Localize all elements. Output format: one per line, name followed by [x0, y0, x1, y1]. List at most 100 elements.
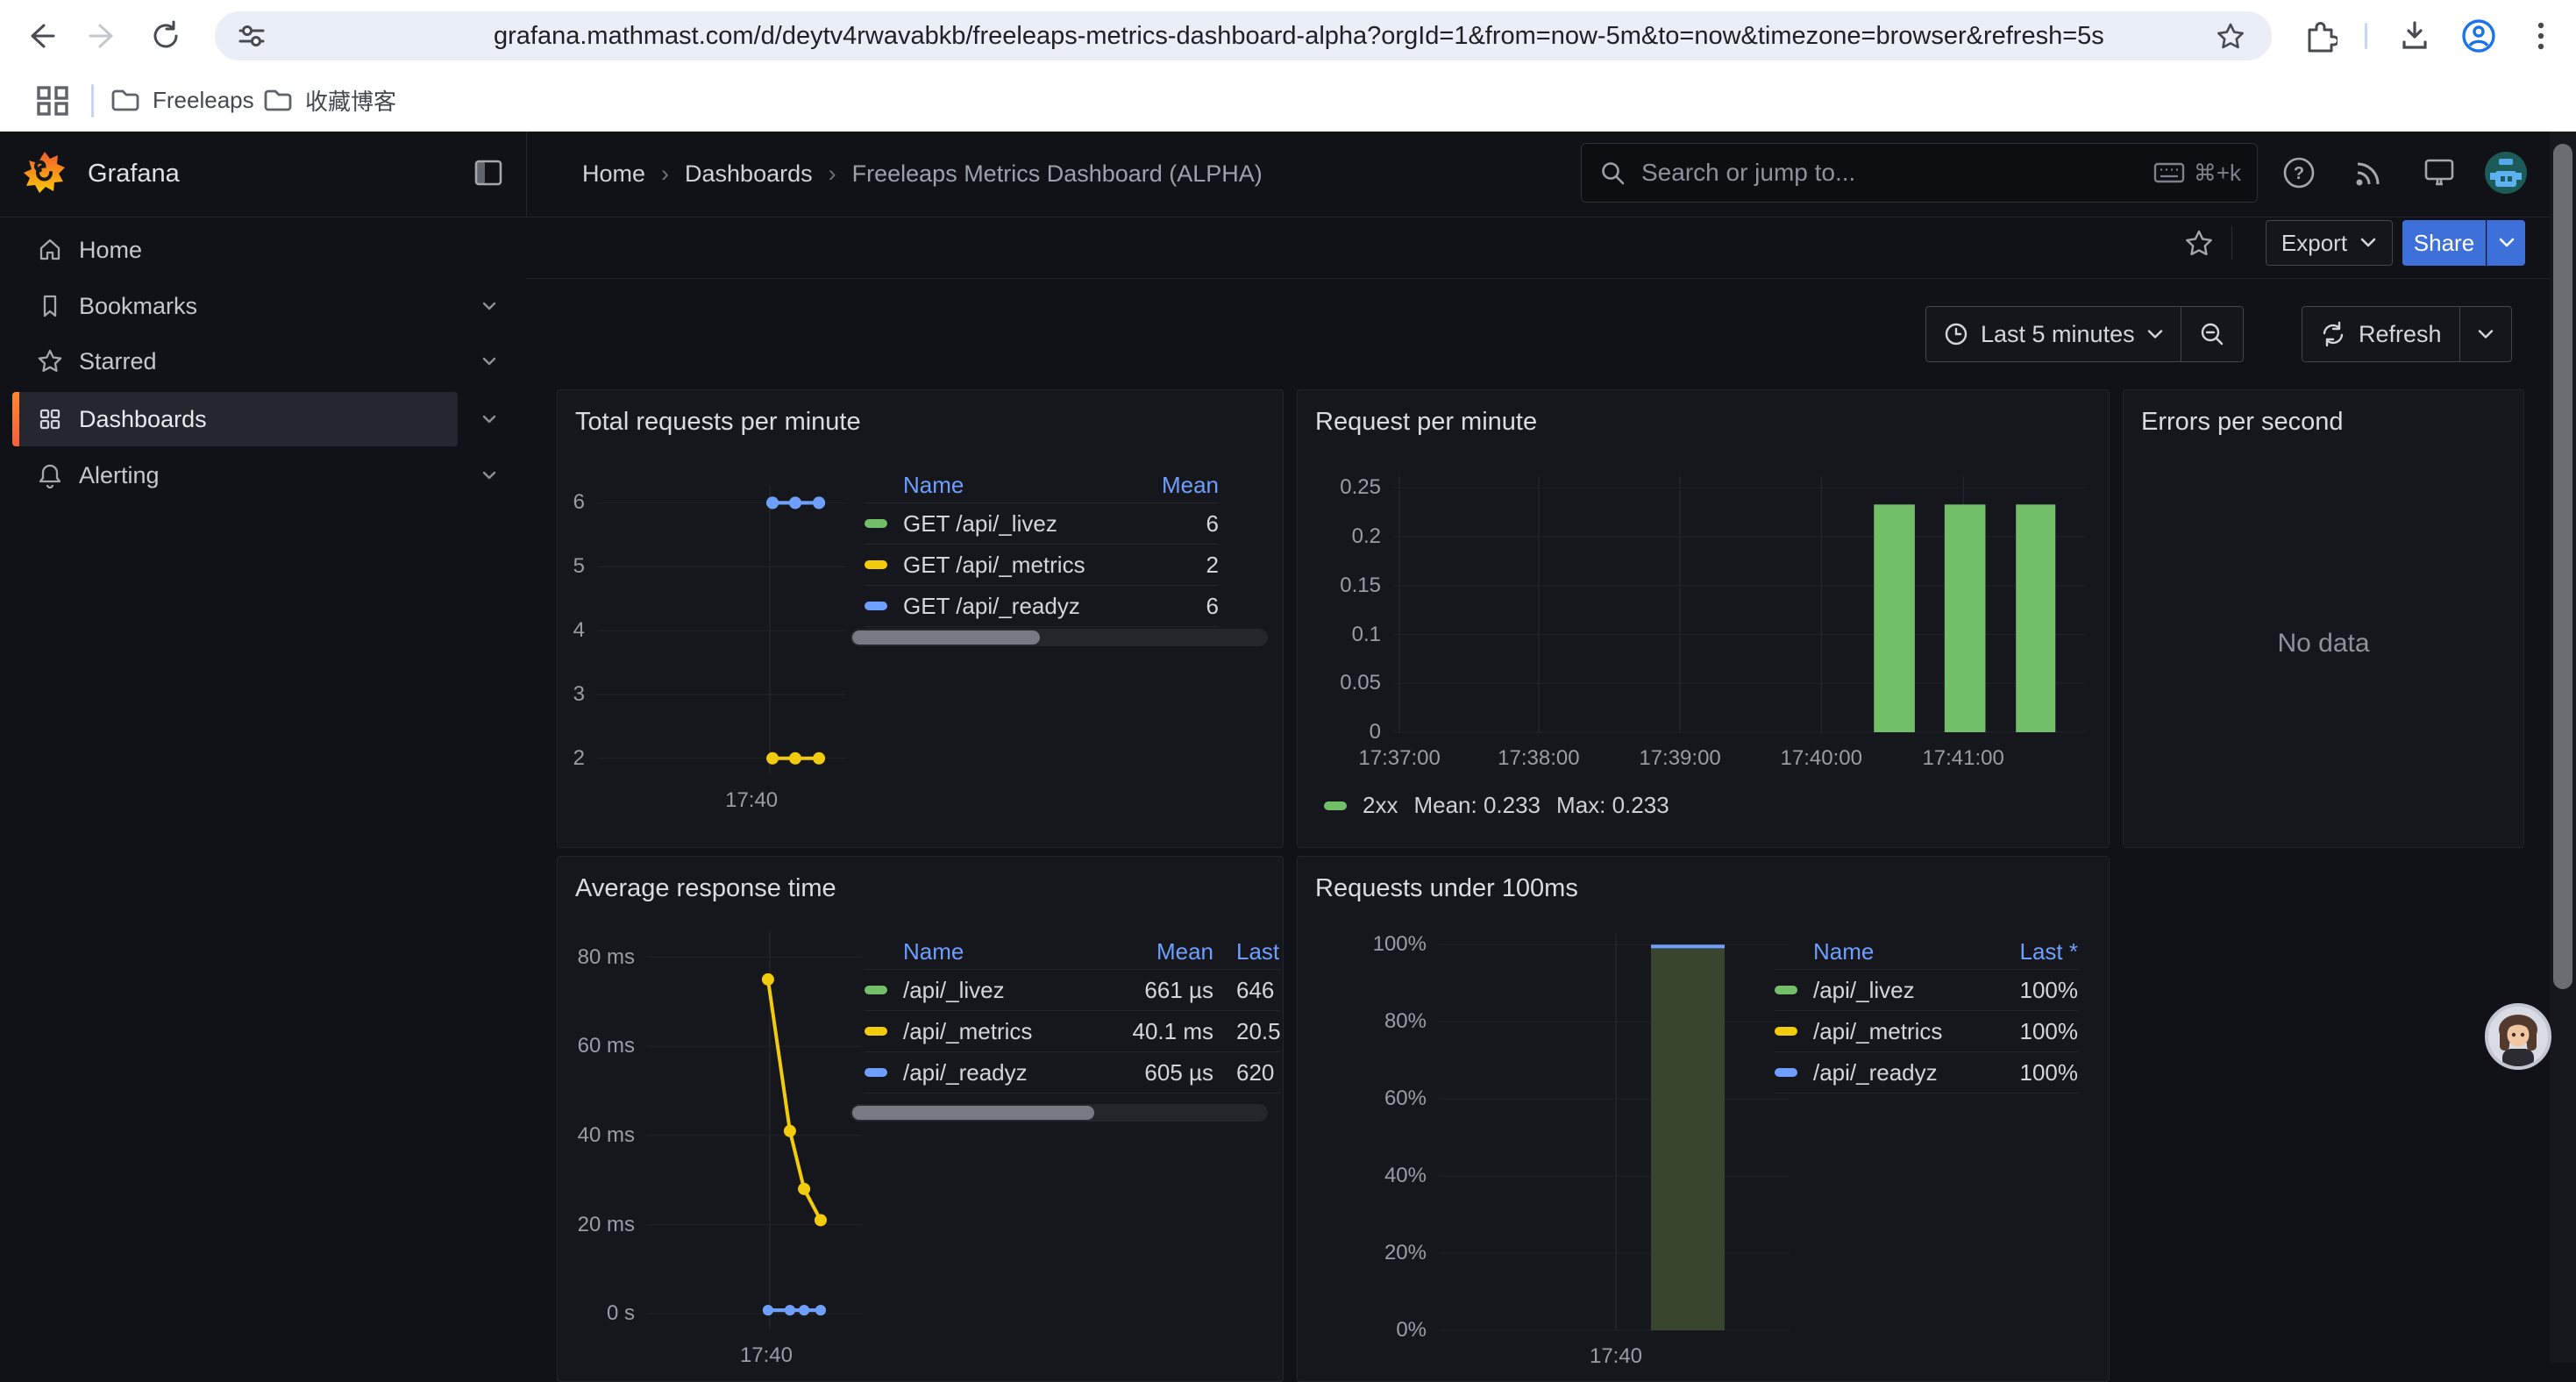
table-row[interactable]: GET /api/_metrics 2: [865, 544, 1219, 585]
panel-avg-response-time[interactable]: Average response time 80 ms60 ms40 ms20 …: [557, 856, 1284, 1382]
sidebar-label: Bookmarks: [79, 293, 197, 320]
series-name[interactable]: /api/_livez: [1813, 977, 1982, 1004]
panel-title[interactable]: Requests under 100ms: [1315, 874, 1578, 903]
panel-title[interactable]: Total requests per minute: [575, 408, 861, 437]
sidebar-item-dashboards[interactable]: Dashboards: [12, 392, 458, 446]
extensions-icon[interactable]: [2302, 19, 2338, 53]
table-row[interactable]: GET /api/_readyz 6: [865, 585, 1219, 627]
sidebar-item-alerting[interactable]: Alerting: [12, 448, 458, 502]
refresh-button[interactable]: Refresh: [2302, 307, 2459, 361]
col-name[interactable]: Name: [903, 938, 1108, 965]
panel-under-100ms[interactable]: Requests under 100ms 100%80%60%40%20%0%1…: [1297, 856, 2110, 1382]
series-color-livez: [865, 519, 887, 528]
scrollbar-thumb[interactable]: [2553, 144, 2572, 989]
grafana-logo[interactable]: [24, 151, 66, 195]
col-mean[interactable]: Mean: [1108, 938, 1213, 965]
site-settings-icon[interactable]: [238, 23, 266, 49]
user-avatar[interactable]: [2485, 152, 2527, 194]
col-mean[interactable]: Mean: [1140, 472, 1219, 499]
export-button[interactable]: Export: [2266, 220, 2393, 266]
chevron-down-icon[interactable]: [479, 351, 500, 372]
table-row[interactable]: /api/_livez 100%: [1775, 969, 2078, 1010]
series-mean: 40.1 ms: [1108, 1018, 1213, 1045]
assistant-avatar[interactable]: [2485, 1003, 2551, 1070]
series-name[interactable]: /api/_readyz: [1813, 1059, 1982, 1086]
series-name[interactable]: GET /api/_metrics: [903, 552, 1140, 579]
reload-icon[interactable]: [149, 19, 182, 53]
col-name[interactable]: Name: [1813, 938, 1982, 965]
series-name[interactable]: /api/_metrics: [903, 1018, 1108, 1045]
bookmark-folder-blogs[interactable]: 收藏博客: [263, 77, 396, 123]
table-row[interactable]: /api/_readyz 605 µs 620: [865, 1051, 1280, 1093]
share-menu-button[interactable]: [2487, 220, 2525, 266]
series-name[interactable]: /api/_livez: [903, 977, 1108, 1004]
breadcrumb-home[interactable]: Home: [582, 160, 645, 188]
bookmarks-separator: [91, 84, 94, 118]
series-name[interactable]: /api/_metrics: [1813, 1018, 1982, 1045]
table-row[interactable]: /api/_metrics 100%: [1775, 1010, 2078, 1051]
search-box[interactable]: ⌘+k: [1581, 143, 2258, 203]
table-row[interactable]: /api/_readyz 100%: [1775, 1051, 2078, 1093]
search-input[interactable]: [1640, 158, 2153, 188]
rss-icon[interactable]: [2352, 155, 2387, 190]
home-icon: [37, 237, 63, 263]
monitor-icon[interactable]: [2422, 155, 2457, 190]
apps-grid-icon[interactable]: [35, 86, 74, 116]
table-row[interactable]: /api/_metrics 40.1 ms 20.5 m: [865, 1010, 1280, 1051]
sidebar-label: Dashboards: [79, 406, 207, 433]
chevron-down-icon[interactable]: [479, 296, 500, 317]
bookmark-star-icon[interactable]: [2216, 22, 2245, 50]
table-row[interactable]: /api/_livez 661 µs 646: [865, 969, 1280, 1010]
time-range-picker[interactable]: Last 5 minutes: [1926, 307, 2181, 361]
col-last[interactable]: Last *: [1236, 938, 1280, 965]
help-icon[interactable]: ?: [2281, 155, 2316, 190]
chevron-down-icon[interactable]: [479, 465, 500, 486]
url-bar[interactable]: grafana.mathmast.com/d/deytv4rwavabkb/fr…: [215, 11, 2272, 61]
request-per-minute-chart[interactable]: 0.250.20.150.10.05017:37:0017:38:0017:39…: [1393, 476, 2086, 732]
legend-table: Name Mean GET /api/_livez 6 GET /api/_me…: [865, 467, 1268, 627]
breadcrumb-dashboards[interactable]: Dashboards: [685, 160, 813, 188]
dashboards-icon: [37, 406, 63, 432]
sidebar-toggle-icon[interactable]: [473, 159, 503, 187]
sidebar-item-starred[interactable]: Starred: [12, 334, 458, 388]
col-name[interactable]: Name: [903, 472, 1140, 499]
url-text[interactable]: grafana.mathmast.com/d/deytv4rwavabkb/fr…: [494, 11, 2379, 61]
share-button[interactable]: Share: [2402, 220, 2486, 266]
profile-icon[interactable]: [2460, 18, 2497, 54]
bookmark-folder-freeleaps[interactable]: Freeleaps: [110, 77, 254, 123]
chevron-down-icon[interactable]: [479, 409, 500, 430]
panel-title[interactable]: Errors per second: [2141, 408, 2344, 437]
zoom-out-button[interactable]: [2181, 307, 2243, 361]
table-row[interactable]: GET /api/_livez 6: [865, 502, 1219, 544]
panel-request-per-minute[interactable]: Request per minute 0.250.20.150.10.05017…: [1297, 389, 2110, 848]
zoom-out-icon: [2199, 321, 2225, 347]
legend-series-name[interactable]: 2xx: [1363, 792, 1398, 819]
panel-title[interactable]: Average response time: [575, 874, 836, 903]
col-last[interactable]: Last *: [1999, 938, 2078, 965]
series-name[interactable]: GET /api/_readyz: [903, 593, 1140, 620]
chart-legend[interactable]: 2xx Mean: 0.233 Max: 0.233: [1324, 792, 1669, 819]
download-icon[interactable]: [2399, 19, 2430, 53]
panel-title[interactable]: Request per minute: [1315, 408, 1537, 437]
sidebar-item-bookmarks[interactable]: Bookmarks: [12, 279, 458, 333]
back-icon[interactable]: [25, 21, 56, 51]
series-name[interactable]: GET /api/_livez: [903, 510, 1140, 538]
menu-icon[interactable]: [2532, 19, 2550, 53]
under-100ms-chart[interactable]: 100%80%60%40%20%0%17:40: [1439, 934, 1790, 1330]
sidebar-item-home[interactable]: Home: [12, 223, 458, 277]
forward-icon[interactable]: [88, 21, 119, 51]
legend-mean: Mean: 0.233: [1413, 792, 1541, 819]
panel-errors-per-second[interactable]: Errors per second No data: [2123, 389, 2524, 848]
legend-scrollbar[interactable]: [850, 1104, 1268, 1122]
series-name[interactable]: /api/_readyz: [903, 1059, 1108, 1086]
panel-total-requests[interactable]: Total requests per minute 6543217:40 Nam…: [557, 389, 1284, 848]
avatar-illustration: [2488, 1007, 2548, 1066]
refresh-interval-button[interactable]: [2459, 307, 2511, 361]
legend-table: Name Last * /api/_livez 100% /api/_metri…: [1775, 934, 2078, 1093]
sidebar-label: Alerting: [79, 462, 160, 489]
legend-scrollbar[interactable]: [850, 629, 1268, 646]
avg-response-chart[interactable]: 80 ms60 ms40 ms20 ms0 s17:40: [647, 930, 862, 1329]
page-scrollbar[interactable]: [2550, 132, 2576, 1363]
star-dashboard-icon[interactable]: [2184, 229, 2214, 258]
total-requests-chart[interactable]: 6543217:40: [597, 485, 847, 774]
